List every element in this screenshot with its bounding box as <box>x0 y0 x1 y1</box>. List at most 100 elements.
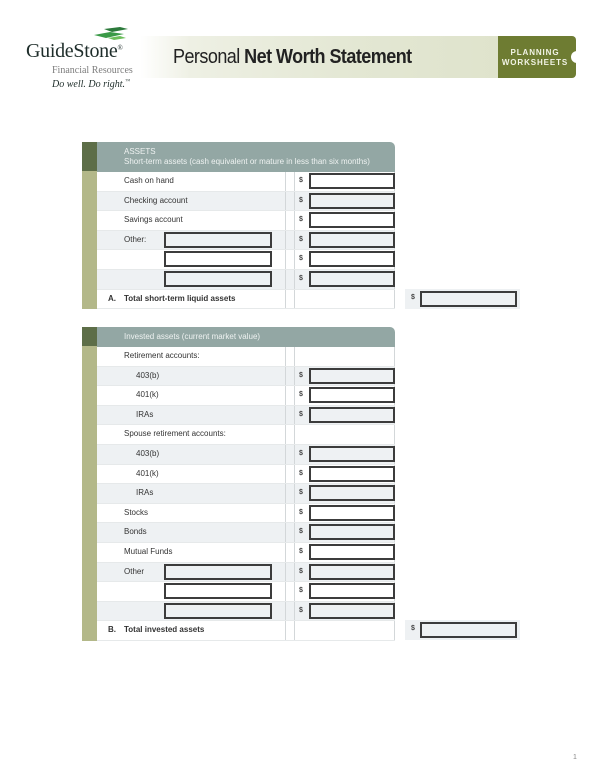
amount-input[interactable] <box>309 173 395 189</box>
amount-input[interactable] <box>309 543 395 560</box>
amount-input[interactable] <box>309 602 395 619</box>
currency-symbol: $ <box>299 177 303 184</box>
table-row: IRAs $ <box>82 404 395 426</box>
other-description-input[interactable] <box>164 563 272 580</box>
column-divider <box>294 269 295 289</box>
table-row: 401(k) $ <box>82 385 395 406</box>
column-divider <box>294 191 295 211</box>
column-divider <box>285 386 286 405</box>
amount-input[interactable] <box>309 192 395 209</box>
currency-symbol: $ <box>299 528 303 536</box>
table-row: 403(b) $ <box>82 365 395 387</box>
page-title-bold: Net Worth Statement <box>244 46 412 68</box>
other-description-input[interactable] <box>164 231 272 248</box>
amount-input[interactable] <box>309 504 395 521</box>
column-divider <box>285 523 286 542</box>
currency-symbol: $ <box>299 410 303 418</box>
column-divider <box>285 405 286 425</box>
invested-section-header: Invested assets (current market value) <box>82 327 395 347</box>
page-title: Personal Net Worth Statement <box>173 46 412 69</box>
amount-input[interactable] <box>309 465 395 482</box>
row-strip <box>82 502 97 524</box>
column-divider <box>294 484 295 503</box>
column-divider <box>294 289 295 309</box>
row-label: 403(b) <box>136 448 160 458</box>
total-row: B. Total invested assets $ <box>82 620 520 641</box>
row-strip <box>82 288 97 310</box>
other-description-input[interactable] <box>164 602 272 619</box>
amount-input[interactable] <box>309 406 395 423</box>
amount-input[interactable] <box>309 563 395 580</box>
table-row: 403(b) $ <box>82 443 395 465</box>
table-row: $ <box>82 268 395 290</box>
row-label: Mutual Funds <box>124 546 173 556</box>
row-strip <box>82 424 97 445</box>
row-label: Checking account <box>124 195 188 205</box>
amount-input[interactable] <box>309 270 395 287</box>
column-divider <box>294 542 295 562</box>
currency-symbol: $ <box>299 606 303 614</box>
column-divider <box>285 425 286 444</box>
row-label: Spouse retirement accounts: <box>124 429 226 439</box>
column-divider <box>285 601 286 621</box>
column-divider <box>285 211 286 230</box>
table-row: $ <box>82 600 395 622</box>
row-strip <box>82 483 97 504</box>
assets-heading: ASSETS <box>124 147 156 156</box>
amount-input[interactable] <box>309 231 395 248</box>
registered-mark: ® <box>117 44 123 52</box>
row-strip <box>82 463 97 485</box>
header-strip <box>82 142 97 172</box>
row-strip <box>82 600 97 622</box>
row-strip <box>82 249 97 270</box>
amount-input[interactable] <box>309 524 395 541</box>
total-amount-box: $ <box>405 620 520 641</box>
invested-assets-section: Invested assets (current market value) R… <box>82 327 520 641</box>
amount-input[interactable] <box>309 387 395 404</box>
row-strip <box>82 171 97 192</box>
row-strip <box>82 522 97 543</box>
column-divider <box>285 562 286 582</box>
amount-input[interactable] <box>309 367 395 384</box>
table-row: $ <box>82 581 395 602</box>
currency-symbol: $ <box>299 469 303 477</box>
total-amount-input[interactable] <box>420 290 517 307</box>
page-number: 1 <box>573 754 577 761</box>
other-description-input[interactable] <box>164 251 272 268</box>
amount-input[interactable] <box>309 212 395 229</box>
row-border <box>394 289 395 309</box>
table-row: Checking account $ <box>82 190 395 212</box>
total-label: Total invested assets <box>124 625 205 635</box>
row-label: Stocks <box>124 507 149 517</box>
other-description-input[interactable] <box>164 270 272 287</box>
amount-input[interactable] <box>309 583 395 600</box>
logo-subtitle: Financial Resources <box>52 65 133 76</box>
total-letter: A. <box>108 293 116 303</box>
total-amount-box: $ <box>405 288 520 309</box>
column-divider <box>285 191 286 211</box>
column-divider <box>294 523 295 542</box>
column-divider <box>294 444 295 464</box>
row-label: 401(k) <box>136 468 159 478</box>
table-row: Mutual Funds $ <box>82 541 395 563</box>
currency-symbol: $ <box>299 216 303 224</box>
amount-input[interactable] <box>309 485 395 502</box>
row-label: IRAs <box>136 488 154 498</box>
row-strip <box>82 620 97 641</box>
row-border <box>394 425 395 444</box>
column-divider <box>285 269 286 289</box>
other-description-input[interactable] <box>164 583 272 600</box>
row-strip <box>82 346 97 367</box>
amount-input[interactable] <box>309 445 395 462</box>
currency-symbol: $ <box>299 371 303 379</box>
total-amount-input[interactable] <box>420 622 517 639</box>
column-divider <box>294 503 295 523</box>
trademark-mark: ™ <box>125 79 130 85</box>
amount-input[interactable] <box>309 251 395 268</box>
row-label: IRAs <box>136 409 154 419</box>
column-divider <box>294 230 295 250</box>
currency-symbol: $ <box>299 547 303 555</box>
row-strip <box>82 210 97 231</box>
column-divider <box>294 386 295 405</box>
currency-symbol: $ <box>299 508 303 516</box>
